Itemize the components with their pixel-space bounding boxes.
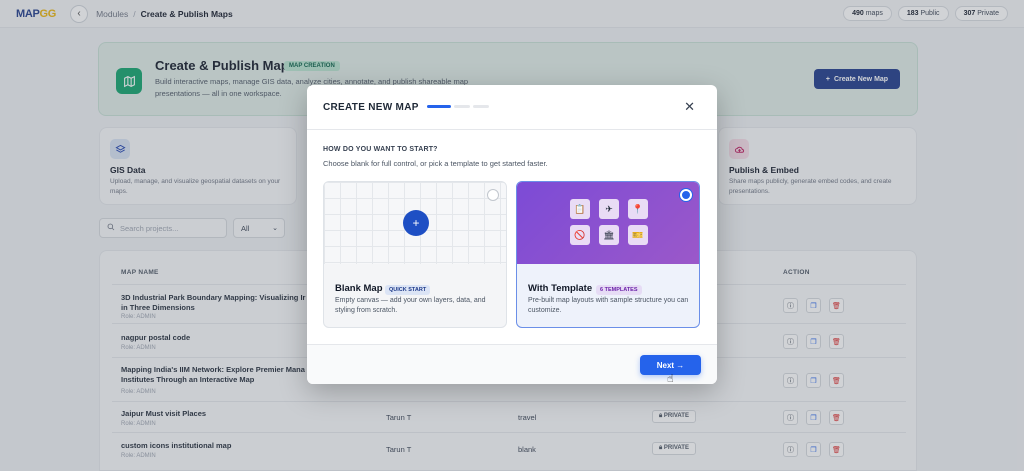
modal-title: CREATE NEW MAP	[323, 102, 419, 113]
step-indicator-active	[427, 105, 451, 108]
radio-with-template[interactable]	[680, 189, 692, 201]
map-pin-icon: 📍	[628, 199, 648, 219]
option-badge: 6 TEMPLATES	[596, 285, 642, 295]
modal-header: CREATE NEW MAP ✕	[307, 85, 717, 130]
option-with-template[interactable]: 📋 ✈︎ 📍 🚫 🏛︎ 🎫 With Template 6 TEMPLATES …	[516, 181, 700, 328]
step-indicator	[454, 105, 470, 108]
close-icon: ✕	[684, 99, 695, 114]
option-title: With Template	[528, 283, 593, 294]
step-progress	[427, 105, 489, 108]
modal-question: HOW DO YOU WANT TO START?	[323, 146, 438, 153]
plus-icon: +	[403, 210, 429, 236]
option-title: Blank Map	[335, 283, 383, 294]
template-icon-grid: 📋 ✈︎ 📍 🚫 🏛︎ 🎫	[570, 199, 648, 245]
modal-footer: Next →	[307, 344, 717, 384]
airplane-icon: ✈︎	[599, 199, 619, 219]
no-entry-icon: 🚫	[570, 225, 590, 245]
modal-subtitle: Choose blank for full control, or pick a…	[323, 159, 548, 168]
step-indicator	[473, 105, 489, 108]
option-blank-map[interactable]: + Blank Map QUICK START Empty canvas — a…	[323, 181, 507, 328]
close-button[interactable]: ✕	[684, 99, 695, 115]
option-description: Empty canvas — add your own layers, data…	[335, 297, 486, 314]
create-map-modal: CREATE NEW MAP ✕ HOW DO YOU WANT TO STAR…	[307, 85, 717, 384]
option-badge: QUICK START	[385, 285, 431, 295]
hand-cursor-icon: ☝︎	[667, 373, 674, 385]
clipboard-icon: 📋	[570, 199, 590, 219]
radio-blank-map[interactable]	[487, 189, 499, 201]
building-icon: 🏛︎	[599, 225, 619, 245]
ticket-icon: 🎫	[628, 225, 648, 245]
option-description: Pre-built map layouts with sample struct…	[528, 297, 689, 314]
